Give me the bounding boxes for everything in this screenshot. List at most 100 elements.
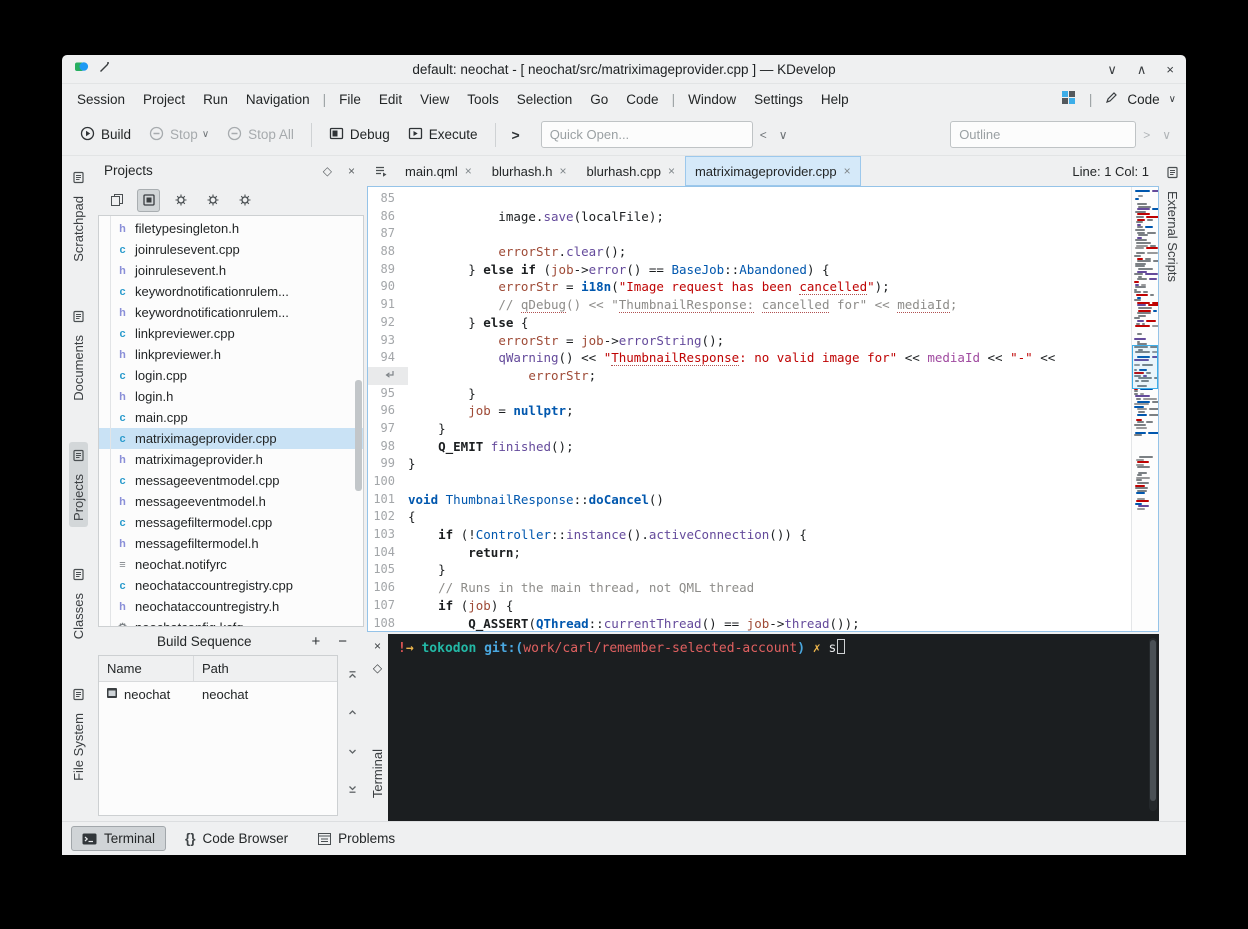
minimap-mark <box>1143 398 1157 400</box>
stop-dropdown-icon[interactable]: ∨ <box>202 129 209 140</box>
sidebar-tab-scratchpad[interactable]: Scratchpad <box>69 164 88 269</box>
build-button[interactable]: Build <box>72 121 139 149</box>
toolview-button-problems[interactable]: Problems <box>307 826 406 851</box>
maximize-button[interactable]: ∧ <box>1137 63 1147 76</box>
code-view[interactable]: 8586 image.save(localFile);8788 errorStr… <box>368 187 1131 631</box>
chevron-down-icon[interactable]: ∨ <box>1169 94 1176 105</box>
tree-item-messagefiltermodel-h[interactable]: hmessagefiltermodel.h <box>99 533 363 554</box>
tree-item-matriximageprovider-cpp[interactable]: cmatriximageprovider.cpp <box>99 428 363 449</box>
tree-item-neochat-notifyrc[interactable]: ≡neochat.notifyrc <box>99 554 363 575</box>
forward-dropdown-icon[interactable]: ∨ <box>1157 126 1176 144</box>
menu-item-navigation[interactable]: Navigation <box>237 89 319 110</box>
menu-item-file[interactable]: File <box>330 89 370 110</box>
tree-item-filetypesingleton-h[interactable]: hfiletypesingleton.h <box>99 218 363 239</box>
configure-gear-button[interactable] <box>233 189 256 212</box>
menu-item-tools[interactable]: Tools <box>458 89 508 110</box>
detach-panel-icon[interactable]: ◇ <box>320 164 335 178</box>
minimap[interactable] <box>1131 187 1158 631</box>
move-to-top-button[interactable] <box>347 667 358 685</box>
locate-current-document-button[interactable] <box>105 189 128 212</box>
menu-item-run[interactable]: Run <box>194 89 237 110</box>
toolview-button-code-browser[interactable]: {}Code Browser <box>174 826 299 851</box>
detach-terminal-icon[interactable]: ◇ <box>373 661 382 675</box>
outline-input[interactable] <box>950 121 1136 148</box>
close-panel-icon[interactable]: × <box>345 164 358 178</box>
editor-tab-main-qml[interactable]: main.qml× <box>395 156 482 186</box>
tree-item-messagefiltermodel-cpp[interactable]: cmessagefiltermodel.cpp <box>99 512 363 533</box>
history-back-icon[interactable]: < <box>755 126 772 144</box>
toolview-button-terminal[interactable]: Terminal <box>71 826 166 851</box>
tab-close-icon[interactable]: × <box>668 164 675 178</box>
quick-open-input[interactable] <box>541 121 753 148</box>
tree-item-login-cpp[interactable]: clogin.cpp <box>99 365 363 386</box>
tree-item-linkpreviewer-h[interactable]: hlinkpreviewer.h <box>99 344 363 365</box>
menu-item-go[interactable]: Go <box>581 89 617 110</box>
history-forward-icon[interactable]: > <box>1138 126 1155 144</box>
menu-item-edit[interactable]: Edit <box>370 89 411 110</box>
tree-item-messageeventmodel-h[interactable]: hmessageeventmodel.h <box>99 491 363 512</box>
menu-item-view[interactable]: View <box>411 89 458 110</box>
history-dropdown-icon[interactable]: ∨ <box>774 126 793 144</box>
menu-item-selection[interactable]: Selection <box>508 89 582 110</box>
menu-item-project[interactable]: Project <box>134 89 194 110</box>
menu-item-settings[interactable]: Settings <box>745 89 812 110</box>
add-build-item-button[interactable]: + <box>302 633 329 650</box>
tab-close-icon[interactable]: × <box>559 164 566 178</box>
execute-button[interactable]: Execute <box>400 121 486 149</box>
build-sequence-row[interactable]: neochatneochat <box>99 682 337 707</box>
sidebar-tab-projects[interactable]: Projects <box>69 442 88 528</box>
document-list-icon[interactable] <box>367 156 395 186</box>
close-button[interactable]: × <box>1166 63 1174 76</box>
tree-item-main-cpp[interactable]: cmain.cpp <box>99 407 363 428</box>
tree-scrollbar[interactable] <box>355 380 362 491</box>
editor-tab-blurhash-cpp[interactable]: blurhash.cpp× <box>577 156 685 186</box>
show-targets-button[interactable] <box>137 189 160 212</box>
install-gear-button[interactable] <box>201 189 224 212</box>
code-line: 93 errorStr = job->errorString(); <box>368 332 1131 350</box>
menu-item-window[interactable]: Window <box>679 89 745 110</box>
tree-item-neochataccountregistry-h[interactable]: hneochataccountregistry.h <box>99 596 363 617</box>
titlebar[interactable]: default: neochat - [ neochat/src/matrixi… <box>62 55 1186 84</box>
column-header-path[interactable]: Path <box>194 661 237 676</box>
tree-item-joinrulesevent-cpp[interactable]: cjoinrulesevent.cpp <box>99 239 363 260</box>
sidebar-tab-file-system[interactable]: File System <box>69 681 88 788</box>
tree-item-login-h[interactable]: hlogin.h <box>99 386 363 407</box>
area-switcher-label[interactable]: Code <box>1127 92 1159 107</box>
tree-item-matriximageprovider-h[interactable]: hmatriximageprovider.h <box>99 449 363 470</box>
menu-item-session[interactable]: Session <box>68 89 134 110</box>
tree-item-messageeventmodel-cpp[interactable]: cmessageeventmodel.cpp <box>99 470 363 491</box>
area-switcher-icon[interactable] <box>1061 90 1076 108</box>
terminal-screen[interactable]: !→ tokodon git:(work/carl/remember-selec… <box>388 634 1159 821</box>
menu-item-code[interactable]: Code <box>617 89 667 110</box>
tree-item-neochataccountregistry-cpp[interactable]: cneochataccountregistry.cpp <box>99 575 363 596</box>
close-terminal-icon[interactable]: × <box>374 639 381 653</box>
toolbar-expand-icon[interactable]: > <box>505 127 527 143</box>
terminal-scrollbar-thumb[interactable] <box>1150 640 1156 801</box>
debug-button[interactable]: Debug <box>321 121 398 149</box>
terminal-scrollbar[interactable] <box>1149 638 1157 811</box>
build-gear-button[interactable] <box>169 189 192 212</box>
tree-item-keywordnotificationrulem[interactable]: hkeywordnotificationrulem... <box>99 302 363 323</box>
sidebar-tab-documents[interactable]: Documents <box>69 303 88 408</box>
column-header-name[interactable]: Name <box>99 656 194 681</box>
code-editor[interactable]: 8586 image.save(localFile);8788 errorStr… <box>367 186 1159 632</box>
sidebar-tab-classes[interactable]: Classes <box>69 561 88 646</box>
sidebar-tab-external-scripts[interactable]: External Scripts <box>1165 166 1180 282</box>
menu-item-help[interactable]: Help <box>812 89 858 110</box>
tree-item-linkpreviewer-cpp[interactable]: clinkpreviewer.cpp <box>99 323 363 344</box>
tab-close-icon[interactable]: × <box>465 164 472 178</box>
stop-all-button[interactable]: Stop All <box>219 121 302 149</box>
move-to-bottom-button[interactable] <box>347 782 358 800</box>
tree-item-joinrulesevent-h[interactable]: hjoinrulesevent.h <box>99 260 363 281</box>
minimize-button[interactable]: ∨ <box>1107 63 1117 76</box>
move-up-button[interactable] <box>347 705 358 723</box>
remove-build-item-button[interactable]: − <box>329 633 356 650</box>
tab-close-icon[interactable]: × <box>844 164 851 178</box>
editor-tab-matriximageprovider-cpp[interactable]: matriximageprovider.cpp× <box>685 156 861 186</box>
tree-item-neochatconfig-kcfg[interactable]: ⚙neochatconfig.kcfg <box>99 617 363 627</box>
move-down-button[interactable] <box>347 744 358 762</box>
minimap-viewport[interactable] <box>1132 345 1158 389</box>
stop-button[interactable]: Stop ∨ <box>141 121 217 149</box>
editor-tab-blurhash-h[interactable]: blurhash.h× <box>482 156 577 186</box>
tree-item-keywordnotificationrulem[interactable]: ckeywordnotificationrulem... <box>99 281 363 302</box>
